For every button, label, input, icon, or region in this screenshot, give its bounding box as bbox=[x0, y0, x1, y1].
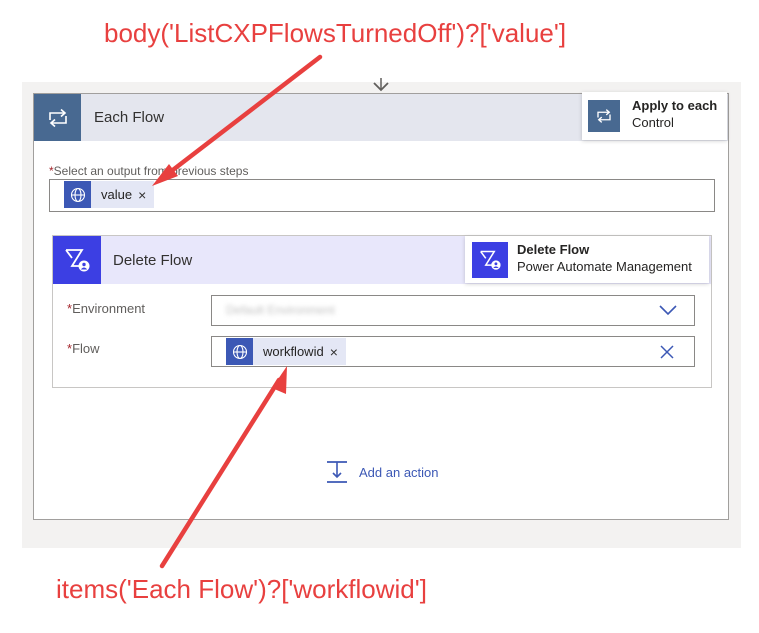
loop-icon bbox=[34, 94, 81, 141]
loop-icon bbox=[588, 100, 620, 132]
flow-label: *Flow bbox=[67, 341, 100, 356]
token-remove-icon[interactable]: × bbox=[330, 344, 346, 360]
add-action-button[interactable]: Add an action bbox=[325, 460, 439, 484]
token-label: value bbox=[101, 187, 133, 202]
environment-dropdown[interactable]: Default Environment bbox=[211, 295, 695, 326]
loop-connector-tooltip: Apply to each Control bbox=[582, 92, 727, 140]
tooltip-connector-name: Power Automate Management bbox=[517, 259, 692, 274]
dynamic-token-value[interactable]: value × bbox=[64, 181, 155, 208]
clear-icon[interactable] bbox=[660, 345, 674, 359]
connector-arrow-icon bbox=[373, 78, 389, 92]
tooltip-action-name: Apply to each bbox=[632, 98, 718, 113]
environment-label: *Environment bbox=[67, 301, 145, 316]
globe-icon bbox=[64, 181, 91, 208]
select-output-label: *Select an output from previous steps bbox=[49, 164, 248, 178]
select-output-label-text: Select an output from previous steps bbox=[53, 164, 249, 178]
dynamic-token-workflowid[interactable]: workflowid × bbox=[226, 338, 346, 365]
token-remove-icon[interactable]: × bbox=[138, 187, 154, 203]
chevron-down-icon[interactable] bbox=[658, 303, 678, 317]
annotation-top: body('ListCXPFlowsTurnedOff')?['value'] bbox=[104, 18, 567, 48]
tooltip-action-name: Delete Flow bbox=[517, 242, 590, 257]
power-automate-management-icon bbox=[53, 236, 101, 284]
add-action-label: Add an action bbox=[359, 464, 439, 480]
tooltip-connector-name: Control bbox=[632, 115, 674, 130]
action-connector-tooltip: Delete Flow Power Automate Management bbox=[465, 236, 709, 283]
power-automate-management-icon bbox=[472, 242, 508, 278]
annotation-bottom: items('Each Flow')?['workflowid'] bbox=[56, 574, 427, 604]
token-label: workflowid bbox=[263, 344, 324, 359]
flow-label-text: Flow bbox=[72, 341, 100, 356]
globe-icon bbox=[226, 338, 253, 365]
environment-label-text: Environment bbox=[72, 301, 146, 316]
add-action-icon bbox=[327, 461, 347, 483]
action-title: Delete Flow bbox=[113, 252, 193, 269]
environment-value: Default Environment bbox=[226, 303, 335, 317]
loop-title: Each Flow bbox=[94, 109, 165, 126]
